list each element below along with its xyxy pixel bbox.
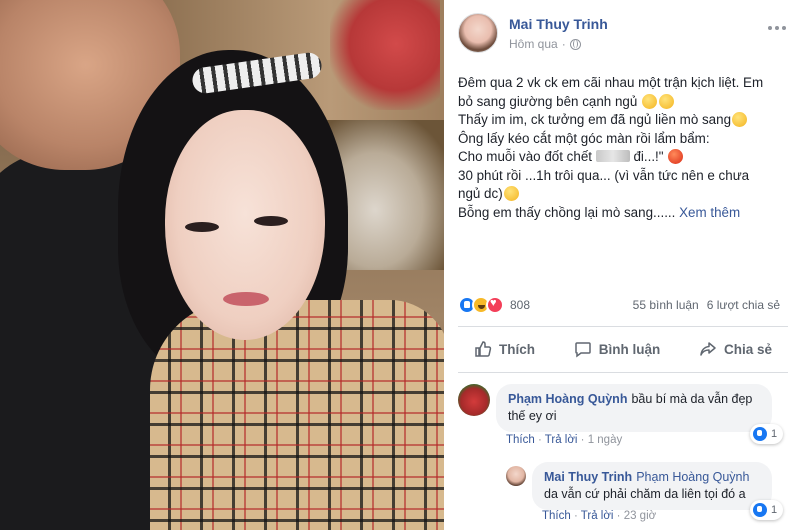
post-text-line: Cho muỗi vào đốt chết đi...!" [458,148,788,167]
tagged-user[interactable]: Phạm Hoàng Quỳnh [636,470,749,484]
comment-button[interactable]: Bình luận [558,332,677,366]
comment-text: bầu bí mà da vẫn đẹp [631,392,753,406]
comment-item: Phạm Hoàng Quỳnh bầu bí mà da vẫn đẹp thế… [458,384,788,454]
post-text-fragment: đi...!" [629,149,664,164]
see-more-link[interactable]: Xem thêm [679,205,740,220]
comment-text: thế ey ơi [508,409,557,423]
like-react-icon [753,427,767,441]
sleepy-emoji-icon [642,93,658,109]
post-text-fragment: Bỗng em thấy chồng lại mò sang...... [458,204,676,220]
comment-icon [574,342,591,358]
comment-bubble: Phạm Hoàng Quỳnh bầu bí mà da vẫn đẹp thế… [496,384,772,432]
share-count[interactable]: 6 lượt chia sẻ [707,298,780,312]
post-meta: Hôm qua · [509,37,581,51]
comment-likes: 1 [771,428,778,440]
divider [458,326,788,327]
love-react-icon [486,296,504,314]
post-text-line: Bỗng em thấy chồng lại mò sang...... Xem… [458,204,788,223]
photo-woman-shirt [150,300,444,530]
post-header: Mai Thuy Trinh Hôm qua · [458,13,788,55]
post-text-line: 30 phút rồi ...1h trôi qua... (vì vẫn tứ… [458,167,750,183]
comment-time[interactable]: 1 ngày [588,434,623,446]
share-icon [700,342,716,356]
comment-bubble: Mai Thuy Trinh Phạm Hoàng Quỳnh da vẫn cứ… [532,462,772,510]
post-actions: Thích Bình luận Chia sẻ [458,332,788,366]
comment-reply-link[interactable]: Trả lời [581,510,614,522]
globe-icon [569,38,581,50]
like-label: Thích [499,341,535,357]
share-button[interactable]: Chia sẻ [683,332,788,366]
post-time[interactable]: Hôm qua [509,37,558,51]
reactions-summary[interactable]: 808 [458,296,530,314]
post-text: Đêm qua 2 vk ck em cãi nhau một trận kịc… [458,74,788,222]
commenter-name[interactable]: Mai Thuy Trinh [544,470,632,484]
comment-like-count[interactable]: 1 [750,500,784,520]
post-text-fragment: Cho muỗi vào đốt chết [458,149,592,164]
comment-like-link[interactable]: Thích [506,434,535,446]
commenter-avatar[interactable] [458,384,490,416]
post-panel: Mai Thuy Trinh Hôm qua · Đêm qua 2 vk ck… [444,0,794,530]
sleepy-emoji-icon [659,93,675,109]
comment-like-link[interactable]: Thích [542,510,571,522]
photo-lips [223,292,269,306]
post-text-line: Đêm qua 2 vk ck em cãi nhau một trận kịc… [458,75,764,90]
meta-separator: · [561,37,566,51]
post-text-line: Ông lấy kéo cắt một góc màn rồi lẩm bẩm: [458,130,710,146]
confused-emoji-icon [503,186,519,201]
engagement-counts: 55 bình luận 6 lượt chia sẻ [633,298,780,312]
photo-eye-right [254,216,288,226]
comment-reply-item: Mai Thuy Trinh Phạm Hoàng Quỳnh da vẫn cứ… [506,462,788,528]
angry-emoji-icon [668,149,684,164]
post-text-line: bỏ sang giường bên cạnh ngủ [458,93,788,112]
like-react-icon [753,503,767,517]
comment-label: Bình luận [598,341,661,357]
comment-time[interactable]: 23 giờ [624,510,656,522]
divider [458,372,788,373]
like-icon [475,341,492,357]
comment-meta: Thích · Trả lời · 1 ngày [506,434,623,446]
comment-reply-link[interactable]: Trả lời [545,434,578,446]
comment-like-count[interactable]: 1 [750,424,784,444]
author-avatar[interactable] [458,13,498,53]
post-text-line: ngủ dc) [458,185,788,204]
comment-likes: 1 [771,504,778,516]
censored-word [595,150,630,162]
post-text-line: Thấy im im, ck tưởng em đã ngủ liền mò s… [458,111,788,130]
post-photo[interactable] [0,0,444,530]
post-text-fragment: bỏ sang giường bên cạnh ngủ [458,93,638,109]
more-icon[interactable] [766,21,788,35]
share-label: Chia sẻ [723,341,772,357]
comment-count[interactable]: 55 bình luận [633,298,699,312]
photo-background-red [330,0,440,110]
post-stats: 808 55 bình luận 6 lượt chia sẻ [458,294,788,316]
commenter-name[interactable]: Phạm Hoàng Quỳnh [508,392,627,406]
reaction-count: 808 [510,298,531,312]
comment-meta: Thích · Trả lời · 23 giờ [542,510,657,522]
comment-text: da vẫn cứ phải chăm da liên tọi đó a [544,487,746,501]
post-text-fragment: Thấy im im, ck tưởng em đã ngủ liền mò s… [458,112,732,127]
author-name[interactable]: Mai Thuy Trinh [509,16,608,32]
commenter-avatar[interactable] [506,466,526,486]
like-button[interactable]: Thích [458,332,551,366]
post-text-fragment: ngủ dc) [458,186,503,201]
grin-emoji-icon [732,112,748,127]
photo-eye-left [185,222,219,232]
